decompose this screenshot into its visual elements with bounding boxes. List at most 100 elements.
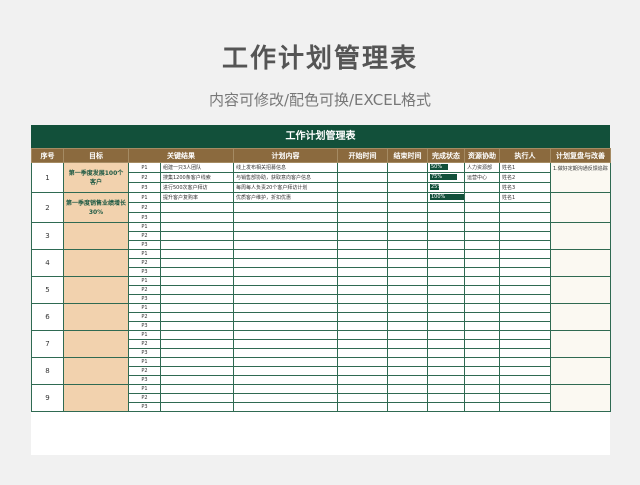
status-cell[interactable] xyxy=(427,330,465,340)
priority-cell[interactable]: P1 xyxy=(128,222,161,232)
status-cell[interactable] xyxy=(427,240,465,250)
owner-cell[interactable] xyxy=(499,339,551,349)
key-result-cell[interactable] xyxy=(160,366,234,376)
plan-cell[interactable] xyxy=(233,384,338,394)
priority-cell[interactable]: P1 xyxy=(128,192,161,203)
end-date-cell[interactable] xyxy=(387,366,428,376)
goal-cell[interactable] xyxy=(63,276,129,304)
end-date-cell[interactable] xyxy=(387,240,428,250)
status-cell[interactable] xyxy=(427,339,465,349)
plan-cell[interactable] xyxy=(233,267,338,277)
key-result-cell[interactable] xyxy=(160,384,234,394)
key-result-cell[interactable] xyxy=(160,240,234,250)
priority-cell[interactable]: P3 xyxy=(128,240,161,250)
start-date-cell[interactable] xyxy=(337,375,388,385)
resource-cell[interactable] xyxy=(464,330,500,340)
start-date-cell[interactable] xyxy=(337,231,388,241)
key-result-cell[interactable]: 组建一只3人团队 xyxy=(160,162,234,173)
resource-cell[interactable] xyxy=(464,240,500,250)
owner-cell[interactable] xyxy=(499,222,551,232)
status-cell[interactable] xyxy=(427,366,465,376)
owner-cell[interactable] xyxy=(499,375,551,385)
key-result-cell[interactable] xyxy=(160,231,234,241)
end-date-cell[interactable] xyxy=(387,402,428,412)
goal-cell[interactable] xyxy=(63,222,129,250)
column-header-key-result[interactable]: 关键结果 xyxy=(128,148,234,163)
review-cell[interactable] xyxy=(550,330,611,358)
row-seq-cell[interactable]: 3 xyxy=(31,222,64,250)
resource-cell[interactable] xyxy=(464,222,500,232)
resource-cell[interactable] xyxy=(464,303,500,313)
resource-cell[interactable] xyxy=(464,384,500,394)
key-result-cell[interactable] xyxy=(160,212,234,223)
plan-cell[interactable]: 每周每人负责20个客户拜访计划 xyxy=(233,182,338,193)
end-date-cell[interactable] xyxy=(387,202,428,213)
owner-cell[interactable]: 姓名3 xyxy=(499,182,551,193)
priority-cell[interactable]: P3 xyxy=(128,348,161,358)
status-cell[interactable]: 75% xyxy=(427,172,465,183)
resource-cell[interactable] xyxy=(464,182,500,193)
start-date-cell[interactable] xyxy=(337,162,388,173)
owner-cell[interactable] xyxy=(499,357,551,367)
start-date-cell[interactable] xyxy=(337,202,388,213)
owner-cell[interactable] xyxy=(499,240,551,250)
resource-cell[interactable] xyxy=(464,212,500,223)
status-cell[interactable] xyxy=(427,303,465,313)
goal-cell[interactable] xyxy=(63,357,129,385)
row-seq-cell[interactable]: 1 xyxy=(31,162,64,193)
priority-cell[interactable]: P3 xyxy=(128,212,161,223)
status-cell[interactable] xyxy=(427,212,465,223)
resource-cell[interactable] xyxy=(464,192,500,203)
end-date-cell[interactable] xyxy=(387,294,428,304)
review-cell[interactable] xyxy=(550,249,611,277)
status-cell[interactable] xyxy=(427,285,465,295)
owner-cell[interactable] xyxy=(499,384,551,394)
status-cell[interactable] xyxy=(427,321,465,331)
end-date-cell[interactable] xyxy=(387,212,428,223)
column-header-goal[interactable]: 目标 xyxy=(63,148,129,163)
end-date-cell[interactable] xyxy=(387,222,428,232)
end-date-cell[interactable] xyxy=(387,285,428,295)
priority-cell[interactable]: P3 xyxy=(128,321,161,331)
end-date-cell[interactable] xyxy=(387,276,428,286)
priority-cell[interactable]: P1 xyxy=(128,384,161,394)
status-cell[interactable] xyxy=(427,357,465,367)
owner-cell[interactable] xyxy=(499,276,551,286)
end-date-cell[interactable] xyxy=(387,393,428,403)
status-cell[interactable] xyxy=(427,384,465,394)
key-result-cell[interactable] xyxy=(160,321,234,331)
priority-cell[interactable]: P3 xyxy=(128,402,161,412)
end-date-cell[interactable] xyxy=(387,357,428,367)
status-cell[interactable] xyxy=(427,375,465,385)
key-result-cell[interactable] xyxy=(160,348,234,358)
column-header-owner[interactable]: 执行人 xyxy=(499,148,551,163)
end-date-cell[interactable] xyxy=(387,348,428,358)
goal-cell[interactable] xyxy=(63,330,129,358)
plan-cell[interactable] xyxy=(233,258,338,268)
priority-cell[interactable]: P1 xyxy=(128,357,161,367)
resource-cell[interactable] xyxy=(464,402,500,412)
resource-cell[interactable] xyxy=(464,339,500,349)
key-result-cell[interactable] xyxy=(160,330,234,340)
row-seq-cell[interactable]: 2 xyxy=(31,192,64,223)
goal-cell[interactable] xyxy=(63,249,129,277)
key-result-cell[interactable] xyxy=(160,312,234,322)
resource-cell[interactable] xyxy=(464,267,500,277)
plan-cell[interactable] xyxy=(233,366,338,376)
review-cell[interactable] xyxy=(550,276,611,304)
plan-cell[interactable] xyxy=(233,375,338,385)
plan-cell[interactable] xyxy=(233,393,338,403)
priority-cell[interactable]: P3 xyxy=(128,375,161,385)
row-seq-cell[interactable]: 9 xyxy=(31,384,64,412)
column-header-status[interactable]: 完成状态 xyxy=(427,148,465,163)
owner-cell[interactable] xyxy=(499,231,551,241)
plan-cell[interactable]: 与销售部协助，获取意向客户信息 xyxy=(233,172,338,183)
priority-cell[interactable]: P3 xyxy=(128,267,161,277)
resource-cell[interactable]: 人力资源部 xyxy=(464,162,500,173)
start-date-cell[interactable] xyxy=(337,402,388,412)
owner-cell[interactable] xyxy=(499,312,551,322)
column-header-start[interactable]: 开始时间 xyxy=(337,148,388,163)
goal-cell[interactable] xyxy=(63,384,129,412)
owner-cell[interactable] xyxy=(499,267,551,277)
start-date-cell[interactable] xyxy=(337,294,388,304)
